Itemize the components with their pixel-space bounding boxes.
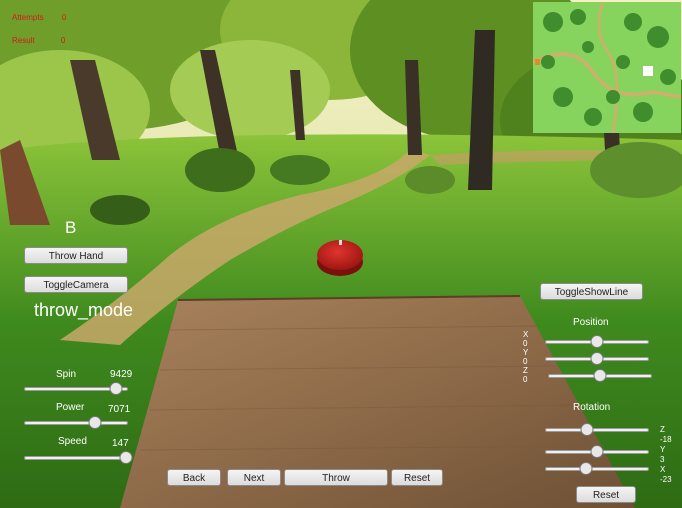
- position-y-slider[interactable]: [545, 352, 649, 366]
- rotation-x-axis-label: X: [660, 465, 666, 474]
- speed-slider[interactable]: [24, 451, 133, 465]
- hud-line-2: Result 0: [12, 36, 65, 45]
- power-slider-track: [24, 421, 128, 425]
- position-z-axis-label: Z: [523, 366, 528, 375]
- minimap[interactable]: [533, 2, 681, 133]
- position-y-value: 0: [523, 357, 528, 366]
- speed-value: 147: [112, 438, 129, 449]
- rotation-z-axis-label: Z: [660, 425, 665, 434]
- rotation-y-axis-label: Y: [660, 445, 666, 454]
- key-letter: B: [65, 218, 77, 237]
- power-slider-thumb[interactable]: [88, 416, 102, 429]
- minimap-player-marker: [643, 66, 653, 76]
- throw-hand-button[interactable]: Throw Hand: [24, 247, 128, 264]
- position-z-slider[interactable]: [548, 369, 652, 383]
- position-y-slider-thumb[interactable]: [590, 352, 604, 365]
- power-slider[interactable]: [24, 416, 128, 430]
- rotation-y-value: 3: [660, 455, 665, 464]
- spin-label: Spin: [56, 369, 77, 380]
- speed-label: Speed: [58, 436, 87, 447]
- toggle-showline-button[interactable]: ToggleShowLine: [540, 283, 643, 300]
- hud-line-1: Attempts 0: [12, 13, 66, 22]
- rotation-z-slider[interactable]: [545, 423, 649, 437]
- transform-reset-button[interactable]: Reset: [576, 486, 636, 503]
- hud-label-attempts: Attempts: [12, 13, 44, 22]
- power-value: 7071: [108, 404, 131, 415]
- spin-slider[interactable]: [24, 382, 128, 396]
- rotation-axis-readout: Z -18 Y 3 X -23: [660, 425, 672, 485]
- rotation-y-slider-thumb[interactable]: [590, 445, 604, 458]
- spin-slider-thumb[interactable]: [109, 382, 123, 395]
- rotation-title: Rotation: [573, 402, 611, 413]
- spin-value: 9429: [110, 369, 133, 380]
- hud-value-result: 0: [60, 36, 66, 45]
- throw-mode-text: throw_mode: [34, 300, 134, 320]
- minimap-target-marker: [535, 59, 540, 65]
- toggle-camera-button[interactable]: ToggleCamera: [24, 276, 128, 293]
- hud-value-attempts: 0: [61, 13, 67, 22]
- rotation-z-value: -18: [660, 435, 672, 444]
- minimap-terrain: [533, 2, 681, 133]
- position-x-value: 0: [523, 339, 528, 348]
- position-x-slider-thumb[interactable]: [590, 335, 604, 348]
- hud-label-result: Result: [12, 36, 35, 45]
- reset-button[interactable]: Reset: [391, 469, 443, 486]
- position-z-slider-thumb[interactable]: [593, 369, 607, 382]
- position-x-axis-label: X: [523, 330, 529, 339]
- next-button[interactable]: Next: [227, 469, 281, 486]
- position-title: Position: [573, 317, 609, 328]
- rotation-z-slider-thumb[interactable]: [580, 423, 594, 436]
- position-y-axis-label: Y: [523, 348, 529, 357]
- rotation-x-value: -23: [660, 475, 672, 484]
- position-z-value: 0: [523, 375, 528, 384]
- power-label: Power: [56, 402, 85, 413]
- rotation-x-slider-thumb[interactable]: [579, 462, 593, 475]
- rotation-x-slider-track: [545, 467, 649, 471]
- rotation-z-slider-track: [545, 428, 649, 432]
- rotation-x-slider[interactable]: [545, 462, 649, 476]
- position-x-slider[interactable]: [545, 335, 649, 349]
- speed-slider-track: [24, 456, 128, 460]
- rotation-y-slider[interactable]: [545, 445, 649, 459]
- speed-slider-thumb[interactable]: [119, 451, 133, 464]
- throw-button[interactable]: Throw: [284, 469, 388, 486]
- position-axis-readout: X 0 Y 0 Z 0: [523, 330, 528, 384]
- back-button[interactable]: Back: [167, 469, 221, 486]
